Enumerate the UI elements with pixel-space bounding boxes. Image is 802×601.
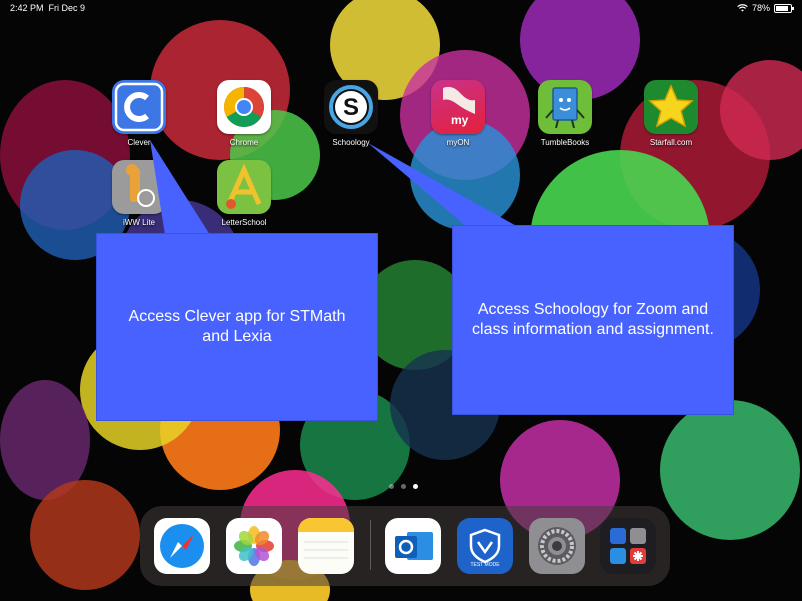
outlook-icon	[395, 532, 433, 560]
dock-outlook[interactable]	[385, 518, 441, 574]
app-label: Schoology	[332, 138, 370, 147]
callout-schoology: Access Schoology for Zoom and class info…	[452, 225, 734, 415]
battery-percent: 78%	[751, 3, 770, 13]
app-iww-lite[interactable]: iWW Lite	[104, 160, 174, 227]
wifi-icon	[737, 4, 748, 12]
home-screen: 2:42 PM Fri Dec 9 78% Clever Chrome S Sc…	[0, 0, 802, 601]
page-indicator[interactable]	[389, 484, 418, 489]
battery-icon	[774, 3, 794, 13]
dock: TEST MODE	[140, 506, 670, 586]
page-dot[interactable]	[401, 484, 406, 489]
status-time: 2:42 PM Fri Dec 9	[10, 3, 85, 13]
app-label: TumbleBooks	[540, 138, 590, 147]
app-clever[interactable]: Clever	[104, 80, 174, 147]
photos-icon	[234, 526, 274, 566]
app-letterschool[interactable]: LetterSchool	[209, 160, 279, 227]
callout-clever: Access Clever app for STMath and Lexia	[96, 233, 378, 421]
svg-text:my: my	[451, 113, 469, 127]
gear-icon	[538, 527, 576, 565]
app-label: myON	[446, 138, 470, 147]
chrome-icon	[217, 80, 271, 134]
app-tumblebooks[interactable]: TumbleBooks	[530, 80, 600, 147]
app-label: Chrome	[229, 138, 259, 147]
app-schoology[interactable]: S Schoology	[316, 80, 386, 147]
dock-safari[interactable]	[154, 518, 210, 574]
app-label: iWW Lite	[123, 218, 155, 227]
dock-separator	[370, 520, 371, 570]
app-label: Starfall.com	[649, 138, 693, 147]
folder-icon	[610, 528, 646, 564]
starfall-icon	[644, 80, 698, 134]
notes-icon	[298, 518, 354, 559]
giraffe-icon	[112, 160, 166, 214]
clever-icon	[112, 80, 166, 134]
svg-text:S: S	[343, 94, 359, 121]
myon-icon: my	[431, 80, 485, 134]
app-chrome[interactable]: Chrome	[209, 80, 279, 147]
status-bar: 2:42 PM Fri Dec 9 78%	[0, 0, 802, 18]
tumblebooks-icon	[538, 80, 592, 134]
test-mode-label: TEST MODE	[470, 562, 500, 568]
dock-settings[interactable]	[529, 518, 585, 574]
page-dot-active[interactable]	[413, 484, 418, 489]
status-right: 78%	[737, 3, 794, 13]
date-text: Fri Dec 9	[48, 3, 86, 13]
dock-test-mode[interactable]: TEST MODE	[457, 518, 513, 574]
app-label: Clever	[127, 138, 151, 147]
dock-notes[interactable]	[298, 518, 354, 574]
page-dot[interactable]	[389, 484, 394, 489]
letterschool-icon	[217, 160, 271, 214]
app-myon[interactable]: my myON	[423, 80, 493, 147]
callout-clever-text: Access Clever app for STMath and Lexia	[128, 308, 346, 345]
shield-icon	[469, 528, 501, 564]
dock-folder[interactable]	[600, 518, 656, 574]
dock-photos[interactable]	[226, 518, 282, 574]
time-text: 2:42 PM	[10, 3, 44, 13]
safari-icon	[160, 524, 204, 568]
app-label: LetterSchool	[221, 218, 267, 227]
callout-schoology-text: Access Schoology for Zoom and class info…	[472, 301, 714, 338]
schoology-icon: S	[324, 80, 378, 134]
app-starfall[interactable]: Starfall.com	[636, 80, 706, 147]
